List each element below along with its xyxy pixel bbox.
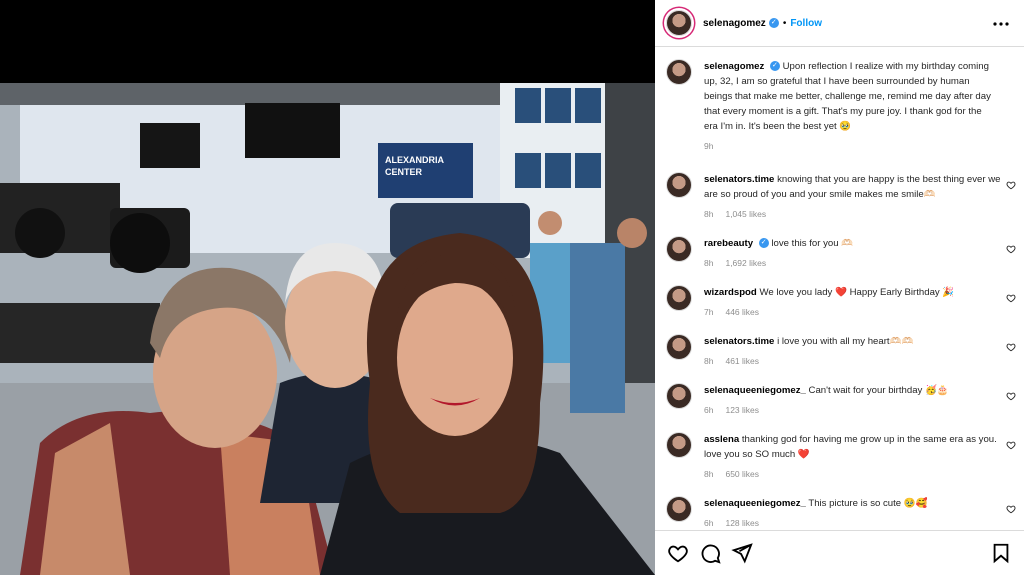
comment-text: thanking god for having me grow up in th… xyxy=(704,434,997,460)
more-options-icon[interactable] xyxy=(992,14,1010,32)
header-separator: • xyxy=(782,17,787,29)
comment-likes[interactable]: 1,692 likes xyxy=(725,258,766,268)
comments-list[interactable]: selenagomez ✓ Upon reflection I realize … xyxy=(655,47,1024,530)
commenter-avatar[interactable] xyxy=(666,334,692,360)
author-avatar[interactable] xyxy=(666,10,692,36)
comment-like-icon[interactable] xyxy=(1006,293,1016,303)
comment-icon[interactable] xyxy=(699,542,721,564)
post-media: ALEXANDRIA CENTER xyxy=(0,0,655,575)
comment-username[interactable]: selenaqueeniegomez_ xyxy=(704,498,806,509)
commenter-avatar[interactable] xyxy=(666,383,692,409)
sign-text: ALEXANDRIA xyxy=(385,155,445,165)
post-photo[interactable]: ALEXANDRIA CENTER xyxy=(0,83,655,575)
follow-button[interactable]: Follow xyxy=(790,18,822,29)
comment-username[interactable]: selenators.time xyxy=(704,336,774,347)
comment-time: 8h xyxy=(704,209,714,219)
post-panel: selenagomez ✓ • Follow selenagomez ✓ Upo… xyxy=(655,0,1024,575)
comment-text: i love you with all my heart🫶🏻🫶🏻 xyxy=(777,336,914,347)
author-username[interactable]: selenagomez xyxy=(703,18,766,29)
comment-text: This picture is so cute 🥹🥰 xyxy=(808,498,928,509)
comment-time: 6h xyxy=(704,405,714,415)
comment-username[interactable]: selenators.time xyxy=(704,174,774,185)
svg-text:CENTER: CENTER xyxy=(385,167,423,177)
caption-username[interactable]: selenagomez xyxy=(704,61,764,72)
commenter-avatar[interactable] xyxy=(666,172,692,198)
save-icon[interactable] xyxy=(990,542,1012,564)
comment-text: We love you lady ❤️ Happy Early Birthday… xyxy=(759,287,955,298)
caption-time: 9h xyxy=(704,141,714,151)
share-icon[interactable] xyxy=(731,542,753,564)
comment-likes[interactable]: 446 likes xyxy=(725,307,759,317)
caption-avatar[interactable] xyxy=(666,59,692,85)
comment-text: Can't wait for your birthday 🥳🎂 xyxy=(808,385,949,396)
comment-likes[interactable]: 1,045 likes xyxy=(725,209,766,219)
comment-item: selenaqueeniegomez_ This picture is so c… xyxy=(655,496,1024,530)
comment-like-icon[interactable] xyxy=(1006,244,1016,254)
comment-username[interactable]: rarebeauty xyxy=(704,238,753,249)
comment-username[interactable]: asslena xyxy=(704,434,739,445)
post-header: selenagomez ✓ • Follow xyxy=(655,0,1024,47)
comment-time: 7h xyxy=(704,307,714,317)
comment-like-icon[interactable] xyxy=(1006,391,1016,401)
comment-item: selenaqueeniegomez_ Can't wait for your … xyxy=(655,383,1024,418)
verified-icon: ✓ xyxy=(768,18,779,28)
commenter-avatar[interactable] xyxy=(666,285,692,311)
comment-item: rarebeauty ✓ love this for you 🫶🏻 8h 1,692… xyxy=(655,236,1024,271)
commenter-avatar[interactable] xyxy=(666,236,692,262)
more-icon xyxy=(993,22,1009,26)
comment-like-icon[interactable] xyxy=(1006,342,1016,352)
comment-like-icon[interactable] xyxy=(1006,440,1016,450)
comment-username[interactable]: wizardspod xyxy=(704,287,757,298)
media-letterbox xyxy=(0,0,655,83)
action-bar xyxy=(655,530,1024,575)
comment-time: 8h xyxy=(704,258,714,268)
comment-time: 8h xyxy=(704,469,714,479)
comment-time: 6h xyxy=(704,518,714,528)
comment-item: asslena thanking god for having me grow … xyxy=(655,432,1024,482)
comment-likes[interactable]: 650 likes xyxy=(725,469,759,479)
comment-text: love this for you 🫶🏻 xyxy=(771,238,854,249)
like-icon[interactable] xyxy=(667,542,689,564)
comment-time: 8h xyxy=(704,356,714,366)
comment-likes[interactable]: 123 likes xyxy=(725,405,759,415)
comment-likes[interactable]: 128 likes xyxy=(725,518,759,528)
comment-item: selenators.time i love you with all my h… xyxy=(655,334,1024,369)
comment-like-icon[interactable] xyxy=(1006,504,1016,514)
commenter-avatar[interactable] xyxy=(666,432,692,458)
comment-item: wizardspod We love you lady ❤️ Happy Ear… xyxy=(655,285,1024,320)
caption: selenagomez ✓ Upon reflection I realize … xyxy=(655,59,1024,154)
comment-item: selenators.time knowing that you are hap… xyxy=(655,172,1024,222)
comment-likes[interactable]: 461 likes xyxy=(725,356,759,366)
commenter-avatar[interactable] xyxy=(666,496,692,522)
comment-like-icon[interactable] xyxy=(1006,180,1016,190)
verified-icon: ✓ xyxy=(758,238,769,249)
verified-icon: ✓ xyxy=(769,61,780,72)
comment-username[interactable]: selenaqueeniegomez_ xyxy=(704,385,806,396)
